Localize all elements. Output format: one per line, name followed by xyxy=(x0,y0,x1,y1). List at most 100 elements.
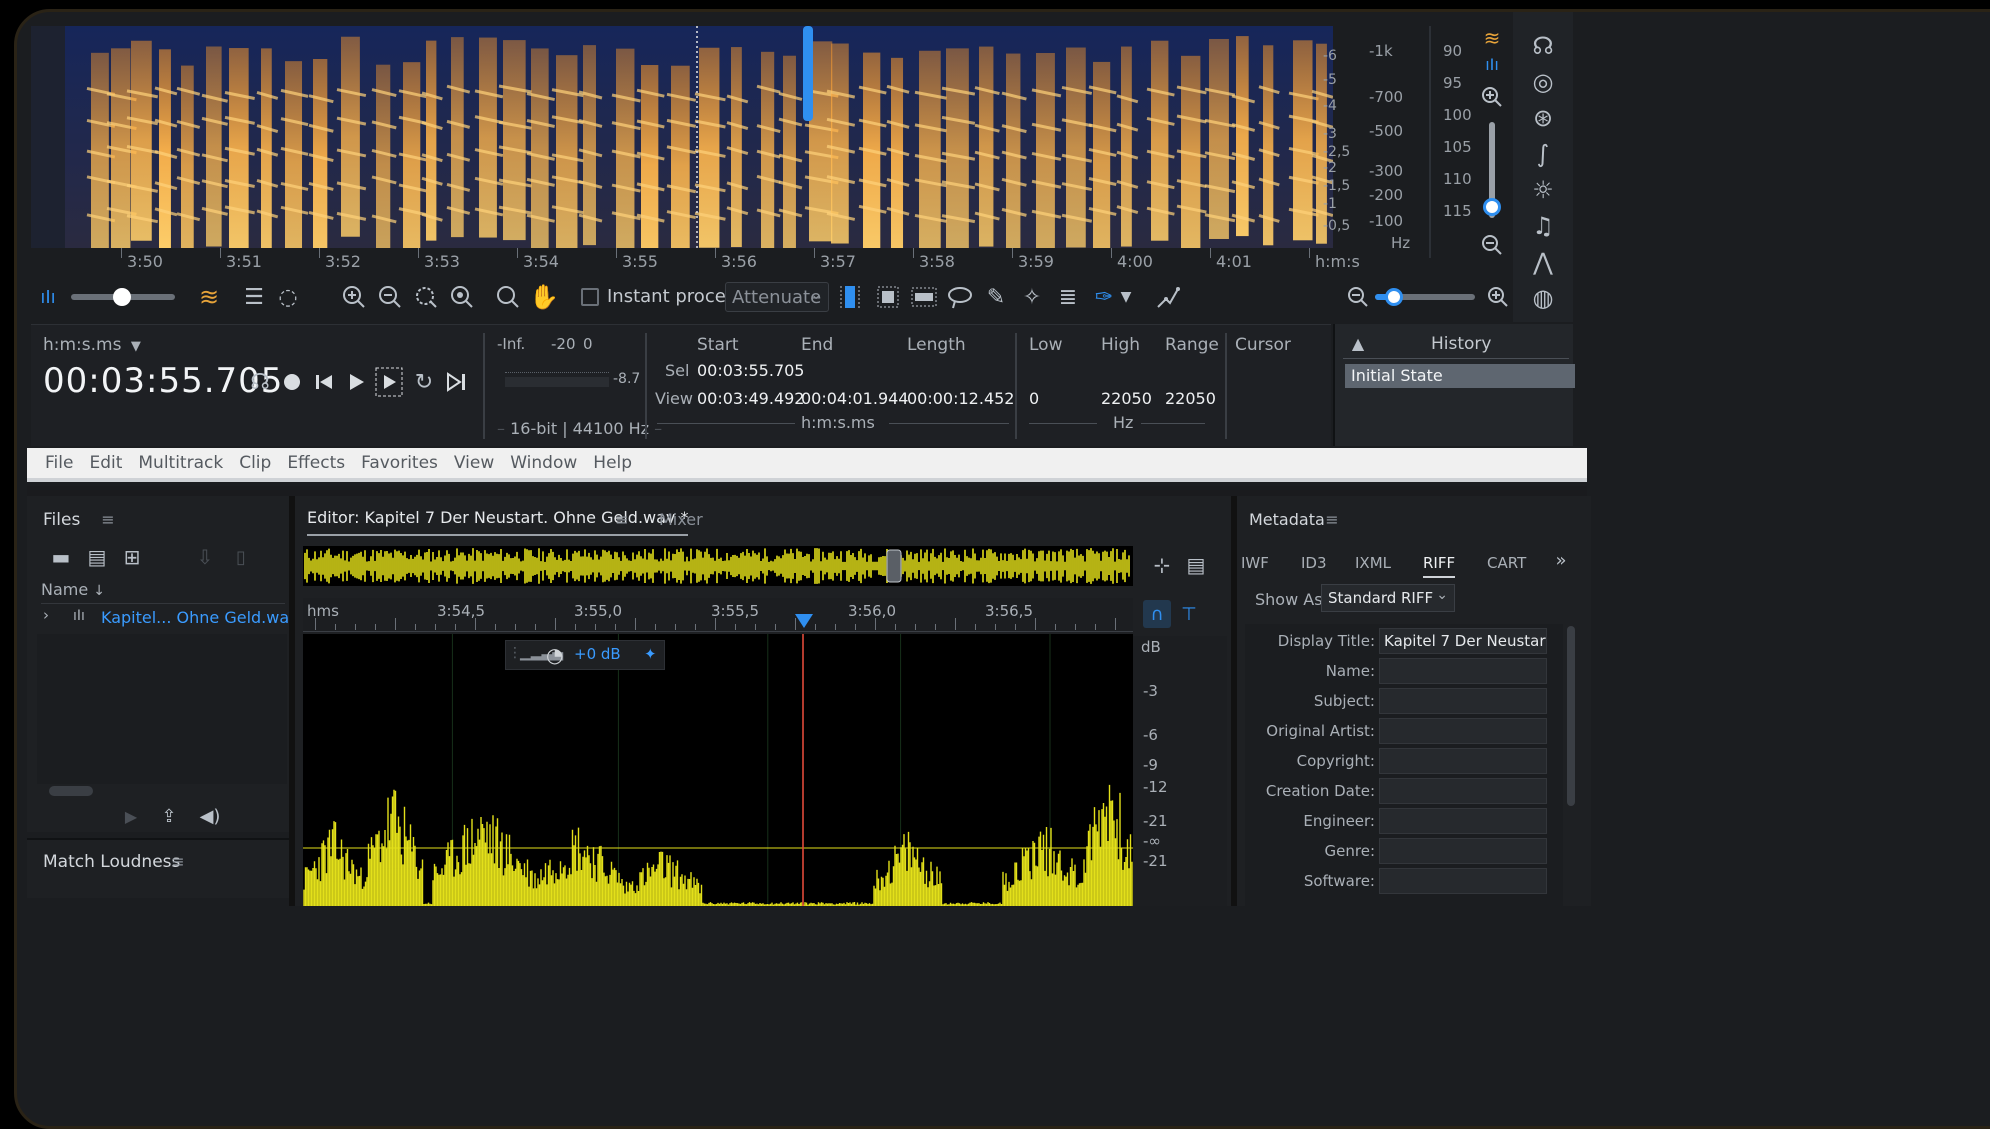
main-waveform[interactable]: ⋮ ▁▂▃▄ ◔ +0 dB ✦ xyxy=(303,634,1133,906)
open-append-icon[interactable]: ▤ xyxy=(83,544,111,570)
menu-view[interactable]: View xyxy=(446,453,502,477)
attenuate-dropdown[interactable]: Attenuate ⌄ xyxy=(725,282,829,312)
magic-wand-icon[interactable]: ✧ xyxy=(1017,282,1047,312)
brush-icon[interactable]: ✎ xyxy=(981,282,1011,312)
de-reverb-icon[interactable]: ⊛ xyxy=(1527,102,1559,134)
dialogue-contour-icon[interactable]: ◎ xyxy=(1527,66,1559,98)
menu-file[interactable]: File xyxy=(37,453,81,477)
marker-pin-icon[interactable]: ⊤ xyxy=(1175,600,1203,628)
panel-menu-icon[interactable]: ≡ xyxy=(167,850,189,872)
menu-edit[interactable]: Edit xyxy=(81,453,130,477)
open-folder-icon[interactable]: ▬ xyxy=(47,544,75,570)
magnify-icon[interactable] xyxy=(493,282,523,312)
instant-process-checkbox[interactable] xyxy=(581,288,599,306)
zoom-in-icon[interactable] xyxy=(339,282,369,312)
panel-menu-icon[interactable]: ≡ xyxy=(97,508,119,530)
menu-favorites[interactable]: Favorites xyxy=(353,453,446,477)
dialogue-isolate-icon[interactable]: ☊ xyxy=(1527,30,1559,62)
hand-tool-icon[interactable]: ✋ xyxy=(529,282,559,312)
skip-back-icon[interactable] xyxy=(309,367,339,397)
spectrogram-mode-icon[interactable]: ≋ xyxy=(1477,26,1507,50)
hud-gain-value[interactable]: +0 dB xyxy=(574,645,621,663)
pin-icon[interactable]: ✦ xyxy=(644,645,657,663)
metadata-tab-ixml[interactable]: IXML xyxy=(1355,554,1391,576)
headphones-icon[interactable]: ☊ xyxy=(245,367,275,397)
zoom-fit-icon[interactable] xyxy=(447,282,477,312)
auto-play-icon[interactable]: ◀) xyxy=(193,802,227,830)
de-click-icon[interactable]: ∫ xyxy=(1527,138,1559,170)
more-tabs-icon[interactable]: » xyxy=(1549,548,1573,572)
editor-time-ruler[interactable]: hms 3:54,5 3:55,0 3:55,5 3:56,0 3:56,5 xyxy=(303,598,1133,632)
spectral-repair-icon[interactable]: ⋀ xyxy=(1527,246,1559,278)
play-to-end-icon[interactable] xyxy=(441,367,471,397)
feather-dropdown-icon[interactable]: ▼ xyxy=(1117,282,1135,312)
metadata-field-input[interactable] xyxy=(1379,718,1547,744)
play-selection-icon[interactable] xyxy=(373,365,405,399)
time-selection-icon[interactable] xyxy=(837,282,863,312)
metadata-field-input[interactable] xyxy=(1379,748,1547,774)
vertical-zoom-thumb[interactable] xyxy=(1483,198,1501,216)
zoom-in-horizontal-icon[interactable] xyxy=(1483,282,1513,312)
sel-start-value[interactable]: 00:03:55.705 xyxy=(697,361,804,380)
metadata-tab-id3[interactable]: ID3 xyxy=(1301,554,1327,576)
gain-knob-icon[interactable]: ◔ xyxy=(546,643,563,667)
export-icon[interactable]: ⇪ xyxy=(155,802,183,830)
spectrogram-canvas[interactable] xyxy=(31,26,1333,248)
metadata-tab-riff[interactable]: RIFF xyxy=(1423,554,1456,578)
time-format-selector[interactable]: h:m:s.ms ▼ xyxy=(43,335,141,355)
opacity-slider-thumb[interactable] xyxy=(113,288,131,306)
metadata-field-input[interactable] xyxy=(1379,778,1547,804)
collapse-triangle-icon[interactable]: ▲ xyxy=(1345,332,1371,354)
expand-chevron-icon[interactable]: › xyxy=(43,606,49,624)
metadata-field-input[interactable] xyxy=(1379,658,1547,684)
view-length-value[interactable]: 00:00:12.452 xyxy=(907,389,1014,408)
zoom-in-vertical-icon[interactable] xyxy=(1477,82,1507,112)
menu-effects[interactable]: Effects xyxy=(279,453,353,477)
metadata-field-input[interactable] xyxy=(1379,808,1547,834)
zoom-out-horizontal-icon[interactable] xyxy=(1343,282,1373,312)
history-item[interactable]: Initial State xyxy=(1345,364,1575,388)
voice-de-noise-icon[interactable]: ☼ xyxy=(1527,174,1559,206)
waveform-view-icon[interactable]: ıIı xyxy=(33,284,63,310)
play-icon[interactable] xyxy=(341,367,371,397)
envelope-icon[interactable] xyxy=(1153,282,1183,312)
view-end-value[interactable]: 00:04:01.944 xyxy=(801,389,908,408)
feather-icon[interactable]: ✑ xyxy=(1089,282,1119,312)
show-as-dropdown[interactable]: Standard RIFF ⌄ xyxy=(1321,584,1455,612)
horizontal-scrollbar[interactable] xyxy=(49,786,93,796)
waveform-mode-icon[interactable]: ıIı xyxy=(1477,54,1507,74)
overview-viewport-handle[interactable] xyxy=(886,549,902,583)
zoom-out-icon[interactable] xyxy=(375,282,405,312)
mixer-tab[interactable]: Mixer xyxy=(659,510,703,529)
loop-icon[interactable]: ↻ xyxy=(409,367,439,397)
snap-magnet-icon[interactable]: ∩ xyxy=(1143,600,1171,628)
metadata-tab-iwf[interactable]: IWF xyxy=(1241,554,1269,576)
spectrogram-panel[interactable] xyxy=(31,26,1333,248)
music-rebalance-icon[interactable]: ♫ xyxy=(1527,210,1559,242)
zoom-out-vertical-icon[interactable] xyxy=(1477,230,1507,260)
harmonic-selection-icon[interactable]: ≣ xyxy=(1053,282,1083,312)
tab-menu-icon[interactable]: ≡ xyxy=(611,508,633,530)
menu-clip[interactable]: Clip xyxy=(231,453,279,477)
time-freq-selection-icon[interactable] xyxy=(873,282,903,312)
record-icon[interactable] xyxy=(277,367,307,397)
metadata-field-input[interactable] xyxy=(1379,838,1547,864)
high-value[interactable]: 22050 xyxy=(1101,389,1152,408)
new-file-icon[interactable]: ⊞ xyxy=(117,544,147,570)
list-icon[interactable]: ☰ xyxy=(239,282,269,312)
name-column-header[interactable]: Name ↓ xyxy=(41,580,285,604)
file-row[interactable]: › ıIı Kapitel... Ohne Geld.wav * xyxy=(41,606,312,630)
playhead-marker-icon[interactable] xyxy=(795,614,813,630)
range-value[interactable]: 22050 xyxy=(1165,389,1216,408)
metadata-field-input[interactable] xyxy=(1379,868,1547,894)
ambience-match-icon[interactable]: ◍ xyxy=(1527,282,1559,314)
low-value[interactable]: 0 xyxy=(1029,389,1039,408)
view-start-value[interactable]: 00:03:49.492 xyxy=(697,389,804,408)
metadata-field-input[interactable] xyxy=(1379,688,1547,714)
menu-multitrack[interactable]: Multitrack xyxy=(130,453,231,477)
metadata-field-input[interactable]: Kapitel 7 Der Neustart. xyxy=(1379,628,1547,654)
lasso-icon[interactable] xyxy=(945,282,975,312)
hud-gain-control[interactable]: ⋮ ▁▂▃▄ ◔ +0 dB ✦ xyxy=(505,640,665,670)
overview-waveform[interactable] xyxy=(303,546,1133,586)
menu-help[interactable]: Help xyxy=(585,453,640,477)
